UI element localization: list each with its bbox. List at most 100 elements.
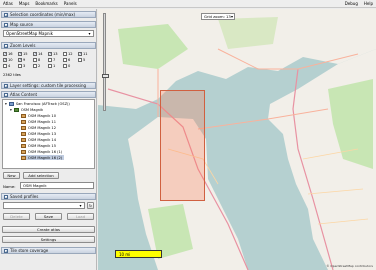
zoom-level-label: 10 bbox=[8, 57, 13, 62]
collapse-icon: + bbox=[4, 83, 8, 88]
tree-node-map[interactable]: OSM Magnik 13 bbox=[21, 131, 56, 136]
checkbox-empty-icon bbox=[3, 63, 7, 68]
tree-label: OSM Magnik 14 bbox=[28, 137, 57, 142]
selection-rectangle[interactable] bbox=[160, 90, 205, 201]
add-selection-button[interactable]: Add selection bbox=[23, 172, 59, 179]
zoom-level-label: 2 bbox=[38, 63, 41, 68]
zoom-level-checkbox[interactable]: 6 bbox=[63, 57, 78, 62]
zoom-slider[interactable] bbox=[102, 13, 109, 111]
checkbox-empty-icon bbox=[63, 63, 67, 68]
atlas-name-field[interactable]: OSM Magnik bbox=[20, 182, 94, 189]
zoom-level-label: 15 bbox=[23, 51, 28, 56]
zoom-level-label: 9 bbox=[23, 57, 26, 62]
tree-node-map[interactable]: OSM Magnik 14 bbox=[21, 137, 56, 142]
section-saved-profiles[interactable]: − Saved profiles bbox=[1, 193, 96, 200]
delete-profile-button[interactable]: Delete bbox=[3, 213, 30, 220]
expand-icon: ▾ bbox=[10, 107, 12, 112]
zoom-level-checkbox[interactable]: 5 bbox=[78, 57, 93, 62]
zoom-level-checkbox[interactable]: 2 bbox=[33, 63, 48, 68]
zoom-level-checkbox[interactable]: 4 bbox=[3, 63, 18, 68]
expand-icon: ▾ bbox=[5, 101, 7, 106]
section-title: Atlas Content bbox=[10, 92, 38, 97]
menu-help[interactable]: Help bbox=[364, 1, 373, 6]
menu-atlas[interactable]: Atlas bbox=[3, 1, 13, 6]
map-source-select[interactable]: OpenStreetMap Mapnik ▾ bbox=[3, 30, 94, 37]
zoom-level-label: 11 bbox=[83, 51, 88, 56]
menu-debug[interactable]: Debug bbox=[345, 1, 358, 6]
menu-maps[interactable]: Maps bbox=[19, 1, 30, 6]
section-layer-settings[interactable]: + Layer settings: custom tile processing bbox=[1, 82, 96, 89]
checkbox-empty-icon bbox=[63, 57, 67, 62]
load-profile-button[interactable]: Load bbox=[67, 213, 94, 220]
zoom-level-checkbox[interactable]: 12 bbox=[63, 51, 78, 56]
checkbox-empty-icon bbox=[63, 51, 67, 56]
section-atlas-content[interactable]: − Atlas Content bbox=[1, 91, 96, 98]
menu-panels[interactable]: Panels bbox=[64, 1, 77, 6]
tree-node-map[interactable]: OSM Magnik 11 bbox=[21, 119, 56, 124]
tree-label: OSM Magnik 15 bbox=[28, 143, 57, 148]
zoom-level-label: 14 bbox=[38, 51, 43, 56]
zoom-level-checkbox[interactable]: ✓ 11 bbox=[78, 51, 93, 56]
zoom-slider-thumb[interactable] bbox=[102, 74, 109, 78]
zoom-level-label: 8 bbox=[38, 57, 41, 62]
collapse-icon: − bbox=[4, 22, 8, 27]
map-icon bbox=[21, 119, 26, 124]
collapse-icon: − bbox=[4, 43, 8, 48]
section-selection-coordinates[interactable]: + Selection coordinates (min/max) bbox=[1, 11, 96, 18]
checkbox-checked-icon: ✓ bbox=[3, 51, 8, 56]
zoom-level-checkbox[interactable]: ✓ 14 bbox=[33, 51, 48, 56]
section-zoom-levels[interactable]: − Zoom Levels bbox=[1, 42, 96, 49]
tree-label: San Francisco (AFTrack (OSZ)) bbox=[15, 101, 70, 106]
create-atlas-button[interactable]: Create atlas bbox=[2, 226, 95, 233]
zoom-level-label: 0 bbox=[68, 63, 71, 68]
checkbox-empty-icon bbox=[48, 63, 52, 68]
tile-count: 2362 tiles bbox=[3, 73, 21, 77]
zoom-level-label: 16 bbox=[8, 51, 13, 56]
zoom-level-checkbox[interactable]: 7 bbox=[48, 57, 63, 62]
profile-select[interactable]: ▾ bbox=[3, 202, 85, 209]
collapse-icon: + bbox=[4, 248, 8, 253]
checkbox-checked-icon: ✓ bbox=[3, 57, 8, 62]
menu-bar: Atlas Maps Bookmarks Panels Debug Help bbox=[0, 0, 376, 8]
tree-node-atlas[interactable]: ▾ San Francisco (AFTrack (OSZ)) bbox=[5, 101, 70, 106]
zoom-level-checkbox[interactable]: 3 bbox=[18, 63, 33, 68]
checkbox-checked-icon: ✓ bbox=[48, 51, 53, 56]
zoom-level-checkbox[interactable]: 1 bbox=[48, 63, 63, 68]
checkbox-empty-icon bbox=[78, 57, 82, 62]
map-icon bbox=[21, 155, 26, 160]
tree-label: OSM Magnik bbox=[20, 107, 44, 112]
zoom-level-checkbox[interactable]: ✓ 16 bbox=[3, 51, 18, 56]
tree-node-map[interactable]: OSM Magnik 15 bbox=[21, 143, 56, 148]
refresh-profiles-button[interactable]: ↻ bbox=[87, 202, 94, 209]
save-profile-button[interactable]: Save bbox=[35, 213, 62, 220]
settings-button[interactable]: Settings bbox=[2, 236, 95, 243]
zoom-level-label: 5 bbox=[83, 57, 86, 62]
atlas-tree[interactable]: ▾ San Francisco (AFTrack (OSZ)) ▾ OSM Ma… bbox=[2, 99, 95, 169]
tree-node-map[interactable]: OSM Magnik 12 bbox=[21, 125, 56, 130]
collapse-icon: − bbox=[4, 194, 8, 199]
zoom-level-checkbox[interactable]: ✓ 10 bbox=[3, 57, 18, 62]
grid-zoom-value: Grid zoom: 13 bbox=[204, 14, 231, 19]
tree-node-map[interactable]: OSM Magnik 10 bbox=[21, 113, 56, 118]
tree-node-map-selected[interactable]: OSM Magnik 16 (2) bbox=[21, 155, 65, 160]
section-tile-store-coverage[interactable]: + Tile store coverage bbox=[1, 247, 96, 254]
zoom-level-checkbox[interactable]: ✓ 15 bbox=[18, 51, 33, 56]
zoom-level-checkbox[interactable]: ✓ 13 bbox=[48, 51, 63, 56]
new-button[interactable]: New bbox=[3, 172, 20, 179]
zoom-level-checkbox[interactable]: ✓ 9 bbox=[18, 57, 33, 62]
map-view[interactable]: Grid zoom: 13 ▾ 10 mi © OpenStreetMap co… bbox=[98, 9, 376, 270]
tree-label: OSM Magnik 16 (1) bbox=[28, 149, 63, 154]
tree-node-layer[interactable]: ▾ OSM Magnik bbox=[10, 107, 43, 112]
tree-node-map[interactable]: OSM Magnik 16 (1) bbox=[21, 149, 62, 154]
collapse-icon: − bbox=[4, 92, 8, 97]
zoom-level-checkbox[interactable]: 0 bbox=[63, 63, 78, 68]
map-icon bbox=[21, 149, 26, 154]
menu-bookmarks[interactable]: Bookmarks bbox=[35, 1, 57, 6]
section-map-source[interactable]: − Map source bbox=[1, 21, 96, 28]
zoom-level-checkbox[interactable]: 8 bbox=[33, 57, 48, 62]
map-icon bbox=[21, 143, 26, 148]
grid-zoom-select[interactable]: Grid zoom: 13 ▾ bbox=[201, 13, 235, 20]
scale-bar: 10 mi bbox=[115, 250, 162, 258]
map-tiles bbox=[98, 9, 376, 270]
zoom-level-grid: ✓ 16 ✓ 15 ✓ 14 ✓ 13 12 ✓ 11 ✓ 10 ✓ 9 8 7 6 5 4 3 2 1 0 bbox=[3, 51, 95, 68]
